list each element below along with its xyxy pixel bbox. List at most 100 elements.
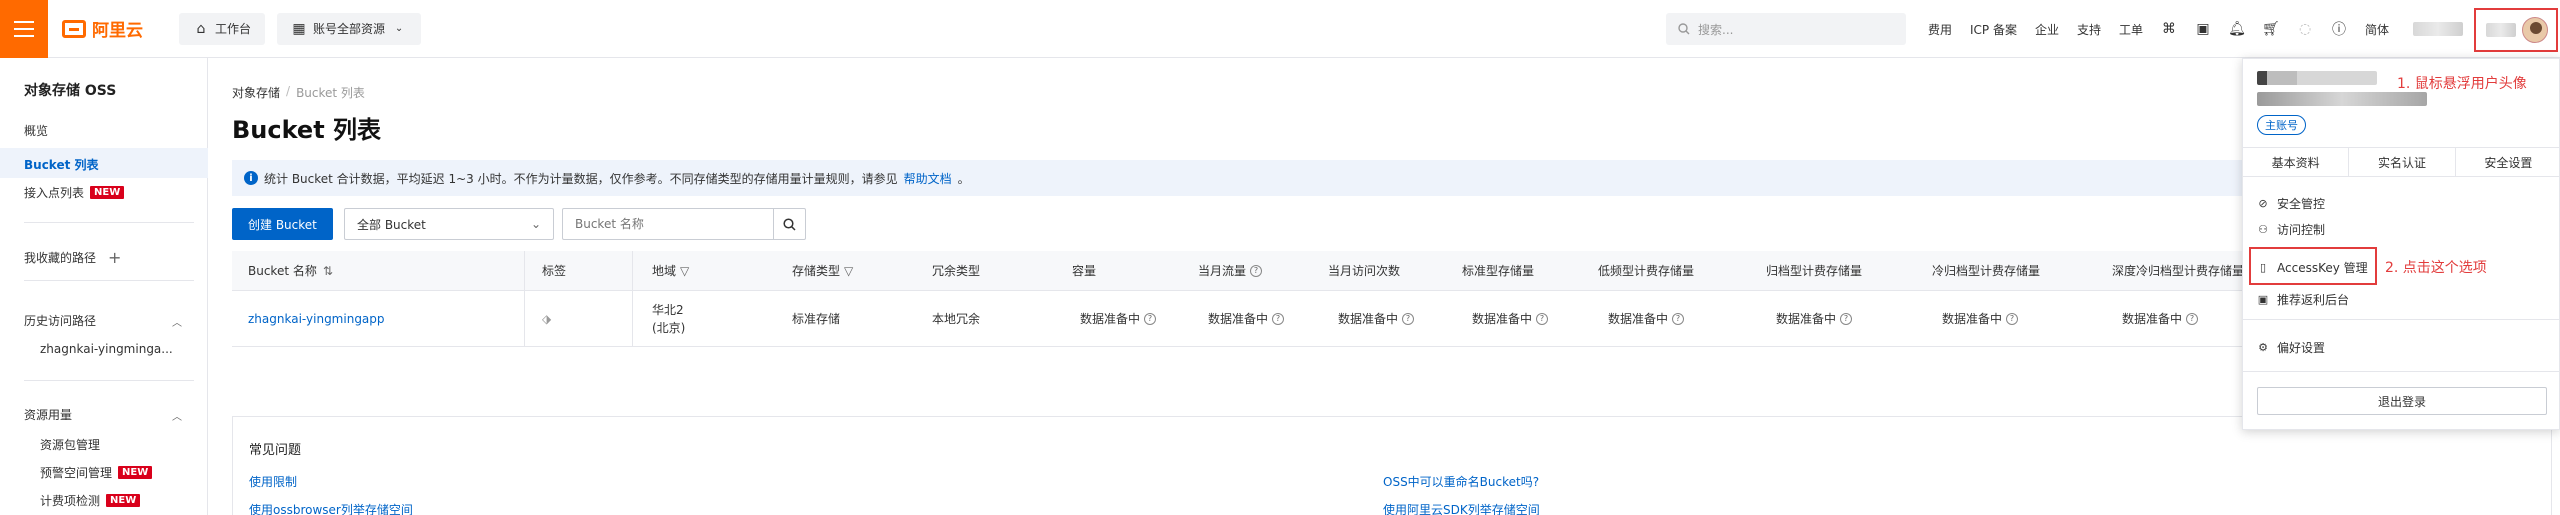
archive-storage-cell: 数据准备中? bbox=[1776, 291, 1853, 346]
menu-item-accesskey[interactable]: ▯ AccessKey 管理 bbox=[2257, 259, 2368, 276]
key-icon: ▯ bbox=[2259, 261, 2267, 274]
home-icon: ⌂ bbox=[196, 20, 206, 37]
faq-link[interactable]: 使用阿里云SDK列举存储空间 bbox=[1383, 501, 1540, 515]
logout-button[interactable]: 退出登录 bbox=[2257, 387, 2547, 415]
new-badge: NEW bbox=[118, 466, 153, 479]
username-blurred[interactable] bbox=[2413, 22, 2464, 36]
create-bucket-button[interactable]: 创建 Bucket bbox=[232, 208, 333, 240]
column-header[interactable]: 地域 ▽ bbox=[652, 251, 689, 290]
sidebar-item-history[interactable]: 历史访问路径 bbox=[24, 312, 96, 329]
plus-icon[interactable]: + bbox=[108, 248, 121, 267]
info-notice: i 统计 Bucket 合计数据，平均延迟 1~3 小时。不作为计量数据，仅作参… bbox=[232, 160, 2272, 196]
help-icon[interactable]: ? bbox=[1840, 312, 1853, 325]
avatar-highlight-box[interactable] bbox=[2474, 8, 2558, 52]
help-icon[interactable]: ⓘ bbox=[2331, 21, 2347, 38]
faq-link[interactable]: 使用ossbrowser列举存储空间 bbox=[249, 501, 413, 515]
support-link[interactable]: 支持 bbox=[2077, 21, 2101, 38]
account-resources-button[interactable]: ▦ 账号全部资源 ⌄ bbox=[277, 12, 422, 45]
faq-link[interactable]: OSS中可以重命名Bucket吗? bbox=[1383, 473, 1539, 490]
top-links: 费用 ICP 备案 企业 支持 工单 ⌘ ▣ 🔔︎ 🛒︎ ◌ ⓘ 简体 bbox=[1928, 0, 2464, 58]
column-header-traffic: 当月流量 bbox=[1198, 264, 1247, 278]
sidebar-item-bucket-list[interactable]: Bucket 列表 bbox=[24, 156, 99, 173]
sidebar-item-bucket-list-label: Bucket 列表 bbox=[24, 158, 99, 172]
tag-icon[interactable]: ⬗ bbox=[542, 291, 551, 346]
help-icon[interactable]: ? bbox=[1536, 312, 1549, 325]
sidebar-divider bbox=[24, 380, 194, 381]
menu-item-security-control[interactable]: ⊘ 安全管控 bbox=[2257, 195, 2325, 212]
sidebar-item-alert-mgmt-label: 预警空间管理 bbox=[40, 466, 113, 480]
bucket-name: zhagnkai-yingmingapp bbox=[248, 311, 385, 326]
bucket-search-input[interactable] bbox=[563, 209, 773, 239]
icp-link[interactable]: ICP 备案 bbox=[1970, 21, 2017, 38]
visits-cell: 数据准备中? bbox=[1338, 291, 1415, 346]
menu-icon[interactable] bbox=[0, 0, 48, 58]
sidebar-item-resource-usage[interactable]: 资源用量 bbox=[24, 406, 72, 423]
faq-link[interactable]: 使用限制 bbox=[249, 473, 297, 490]
gift-icon: ▣ bbox=[2257, 293, 2269, 306]
global-search-input[interactable]: 搜索... bbox=[1666, 13, 1906, 45]
help-icon[interactable]: ? bbox=[1272, 312, 1285, 325]
table-header: Bucket 名称 ⇅ 标签 地域 ▽ 存储类型 ▽ 冗余类型 容量 当月流量? 当月… bbox=[232, 251, 2552, 291]
sidebar-item-resource-pkg[interactable]: 资源包管理 bbox=[40, 436, 100, 453]
tab-basic-info[interactable]: 基本资料 bbox=[2243, 148, 2350, 176]
help-icon[interactable]: ? bbox=[1250, 264, 1263, 277]
language-switch[interactable]: 简体 bbox=[2365, 21, 2389, 38]
help-icon[interactable]: ? bbox=[1402, 312, 1415, 325]
notice-text: 统计 Bucket 合计数据，平均延迟 1~3 小时。不作为计量数据，仅作参考。… bbox=[264, 171, 898, 186]
help-icon[interactable]: ? bbox=[1672, 312, 1685, 325]
page-title: Bucket 列表 bbox=[232, 116, 382, 144]
menu-item-rebate[interactable]: ▣ 推荐返利后台 bbox=[2257, 291, 2349, 308]
bell-icon[interactable]: 🔔︎ bbox=[2228, 21, 2246, 37]
column-header[interactable]: 存储类型 ▽ bbox=[792, 251, 853, 290]
column-divider bbox=[632, 291, 633, 346]
sidebar-item-favorites-label: 我收藏的路径 bbox=[24, 251, 97, 265]
column-header[interactable]: Bucket 名称 ⇅ bbox=[248, 251, 333, 290]
global-search-placeholder: 搜索... bbox=[1698, 22, 1734, 37]
tab-security-settings[interactable]: 安全设置 bbox=[2456, 148, 2560, 176]
bucket-search-button[interactable] bbox=[773, 209, 805, 239]
sort-icon[interactable]: ⇅ bbox=[323, 264, 333, 278]
workbench-button[interactable]: ⌂ 工作台 bbox=[179, 12, 266, 45]
sidebar-item-access-points[interactable]: 接入点列表 NEW bbox=[24, 184, 125, 201]
username-blurred-2 bbox=[2486, 23, 2516, 37]
bucket-name-link[interactable]: zhagnkai-yingmingapp bbox=[248, 291, 385, 346]
cart-icon[interactable]: 🛒︎ bbox=[2262, 21, 2280, 37]
chevron-up-icon[interactable]: ︿ bbox=[172, 408, 182, 423]
help-icon[interactable]: ? bbox=[2006, 312, 2019, 325]
menu-item-preferences[interactable]: ⚙ 偏好设置 bbox=[2257, 339, 2325, 356]
tab-realname-auth[interactable]: 实名认证 bbox=[2349, 148, 2456, 176]
filter-icon[interactable]: ▽ bbox=[680, 264, 689, 278]
column-header: 冷归档型计费存储量 bbox=[1932, 264, 2041, 278]
enterprise-link[interactable]: 企业 bbox=[2035, 21, 2059, 38]
avatar[interactable] bbox=[2522, 17, 2548, 43]
billing-link[interactable]: 费用 bbox=[1928, 21, 1952, 38]
menu-item-access-control[interactable]: ⚇ 访问控制 bbox=[2257, 221, 2325, 238]
sidebar-item-metering[interactable]: 计费项检测 NEW bbox=[40, 492, 141, 509]
sidebar-item-alert-mgmt[interactable]: 预警空间管理 NEW bbox=[40, 464, 153, 481]
aliyun-logo[interactable]: 阿里云 bbox=[62, 16, 143, 41]
chevron-up-icon[interactable]: ︿ bbox=[172, 314, 182, 329]
main-content: 对象存储 / Bucket 列表 Bucket 列表 i 统计 Bucket 合… bbox=[208, 58, 2560, 515]
aliyun-logo-mark bbox=[62, 19, 86, 38]
annotation-step2: 2. 点击这个选项 bbox=[2385, 260, 2487, 276]
filter-icon[interactable]: ▽ bbox=[844, 264, 853, 278]
column-divider bbox=[524, 291, 525, 346]
column-header: 标准型存储量 bbox=[1462, 264, 1535, 278]
terminal-icon[interactable]: ▣ bbox=[2195, 21, 2211, 37]
sidebar-item-overview[interactable]: 概览 bbox=[24, 122, 48, 139]
user-icon: ⚇ bbox=[2258, 223, 2268, 236]
help-doc-link[interactable]: 帮助文档 bbox=[904, 170, 952, 187]
help-icon[interactable]: ? bbox=[1144, 312, 1157, 325]
help-icon[interactable]: ? bbox=[2186, 312, 2199, 325]
sidebar-item-history-entry[interactable]: zhagnkai-yingminga... bbox=[40, 342, 173, 356]
search-icon bbox=[1678, 23, 1690, 35]
sidebar-item-favorites[interactable]: 我收藏的路径 + bbox=[24, 248, 121, 267]
region-cell: 华北2 (北京) bbox=[652, 291, 685, 346]
ticket-link[interactable]: 工单 bbox=[2119, 21, 2143, 38]
bucket-filter-select[interactable]: 全部 Bucket ⌄ bbox=[344, 208, 554, 240]
pending-text: 数据准备中 bbox=[1942, 312, 2003, 326]
code-icon[interactable]: ⌘ bbox=[2161, 21, 2177, 37]
lightbulb-icon[interactable]: ◌ bbox=[2297, 21, 2313, 37]
settings-icon: ⚙ bbox=[2258, 341, 2268, 354]
breadcrumb-oss[interactable]: 对象存储 bbox=[232, 84, 280, 101]
